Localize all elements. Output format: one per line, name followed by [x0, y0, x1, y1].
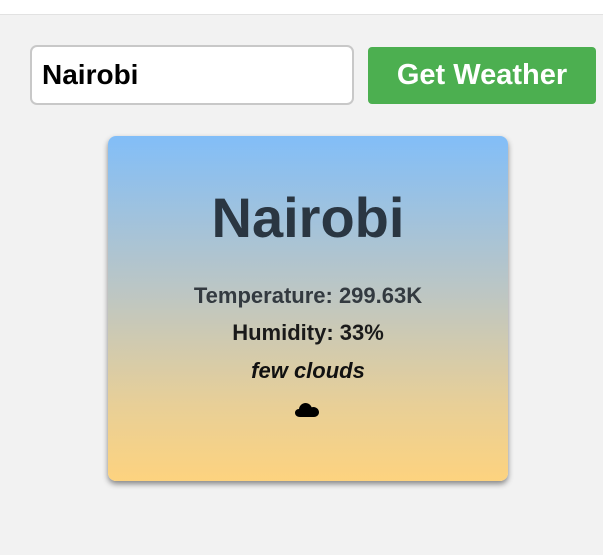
city-search-input[interactable] — [30, 45, 354, 105]
top-strip — [0, 0, 603, 15]
cloud-icon — [295, 403, 319, 417]
weather-card: Nairobi Temperature: 299.63K Humidity: 3… — [108, 136, 508, 481]
weather-description: few clouds — [251, 358, 365, 383]
humidity-text: Humidity: 33% — [232, 320, 384, 345]
get-weather-button[interactable]: Get Weather — [368, 47, 596, 104]
temperature-text: Temperature: 299.63K — [193, 283, 423, 308]
city-name: Nairobi — [211, 186, 405, 249]
